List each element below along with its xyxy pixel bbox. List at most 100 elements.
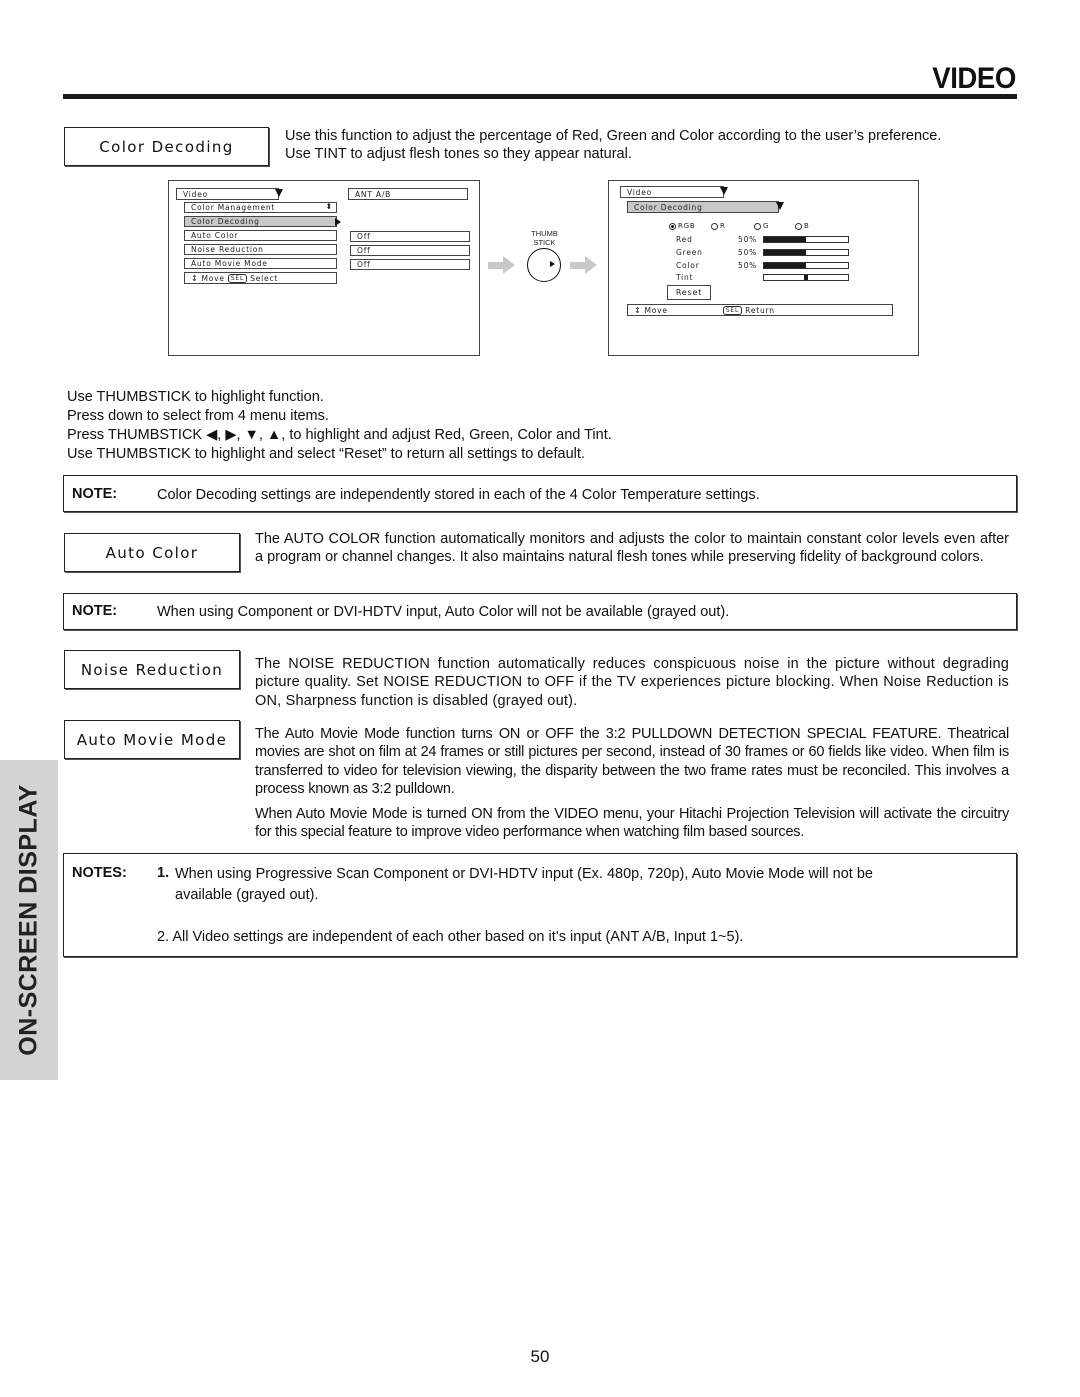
osd-video-title-text: Video <box>627 187 653 197</box>
osd-item-noise-reduction: Noise Reduction <box>184 244 337 255</box>
osd-reset-label: Reset <box>675 288 703 297</box>
slider-label: Red <box>676 235 693 244</box>
slider-fill <box>764 237 806 242</box>
page-number: 50 <box>530 1347 550 1366</box>
noise-reduction-description: The NOISE REDUCTION function automatical… <box>255 656 1009 709</box>
auto-movie-mode-description-2: When Auto Movie Mode is turned ON from t… <box>255 806 1009 841</box>
note-label: NOTE: <box>72 603 118 619</box>
note-text: Color Decoding settings are independentl… <box>157 487 760 503</box>
sel-button-icon: SEL <box>227 273 248 283</box>
osd-item-value: Off <box>357 260 371 269</box>
auto-color-description: The AUTO COLOR function automatically mo… <box>255 531 1009 566</box>
osd-item-label: Noise Reduction <box>191 245 264 254</box>
radio-selected-icon <box>669 222 676 230</box>
slider-value: 50% <box>738 261 758 270</box>
radio-icon <box>711 222 718 230</box>
color-decoding-label-box: Color Decoding <box>64 127 269 166</box>
instruction-line: Press down to select from 4 menu items. <box>67 408 329 424</box>
dropdown-arrow-icon <box>275 189 283 197</box>
thumbstick-label-line1: THUMB <box>531 229 558 238</box>
gray-arrow-right-body <box>570 262 586 269</box>
thumbstick-circle-icon <box>527 248 561 282</box>
radio-icon <box>754 222 761 230</box>
updown-arrow-icon: ↕ <box>191 273 199 283</box>
osd-input-text: ANT A/B <box>355 189 392 199</box>
color-decoding-desc-line2: Use TINT to adjust flesh tones so they a… <box>285 146 632 163</box>
thumbstick-label: THUMB STICK <box>526 229 563 247</box>
mode-radio-b: B <box>795 222 810 230</box>
note-item-1-text: When using Progressive Scan Component or… <box>175 866 873 882</box>
osd-color-decoding-diagram: Video Color Decoding RGB R G B Red 50% G… <box>608 180 919 356</box>
osd-value-auto-color: Off <box>350 231 470 242</box>
osd-submenu-text: Color Decoding <box>634 202 703 212</box>
slider-value: 50% <box>738 235 758 244</box>
gray-arrow-right-icon <box>585 256 597 274</box>
osd-item-color-management: Color Management ⬍ <box>184 202 337 213</box>
instruction-line: Press THUMBSTICK ◀, ▶, ▼, ▲, to highligh… <box>67 427 612 443</box>
mode-radio-rgb: RGB <box>669 222 696 230</box>
osd-item-label: Color Decoding <box>191 217 260 226</box>
osd-video-title-text: Video <box>183 189 209 199</box>
slider-fill <box>764 250 806 255</box>
osd-footer-action: Select <box>250 273 279 283</box>
slider-label: Green <box>676 248 703 257</box>
color-decoding-desc-line1: Use this function to adjust the percenta… <box>285 128 942 144</box>
auto-color-label: Auto Color <box>105 543 199 562</box>
instruction-line: Use THUMBSTICK to highlight function. <box>67 389 324 405</box>
instructions-list: Use THUMBSTICK to highlight function. Pr… <box>67 388 967 464</box>
slider-fill <box>764 263 806 268</box>
slider-track <box>763 236 849 243</box>
dropdown-arrow-icon <box>720 187 728 195</box>
osd-footer-move: Move <box>644 305 668 315</box>
submenu-arrow-icon <box>335 218 341 226</box>
mode-label: RGB <box>678 222 696 230</box>
note-text: When using Component or DVI-HDTV input, … <box>157 604 730 620</box>
slider-value: 50% <box>738 248 758 257</box>
section-side-tab: ON-SCREEN DISPLAY <box>0 760 58 1080</box>
osd-video-menu-diagram: Video ANT A/B Color Management ⬍ Color D… <box>168 180 480 356</box>
osd-submenu-color-decoding: Color Decoding <box>627 201 779 213</box>
mode-radio-r: R <box>711 222 726 230</box>
slider-label: Tint <box>676 273 694 282</box>
noise-reduction-label-box: Noise Reduction <box>64 650 240 689</box>
osd-footer-move: Move <box>201 273 225 283</box>
updown-arrow-icon: ↕ <box>634 305 642 315</box>
mode-label: R <box>720 222 726 230</box>
title-rule <box>63 94 1017 99</box>
osd-footer-right: ↕ Move SEL Return <box>627 304 893 316</box>
note-item-2-text: 2. All Video settings are independent of… <box>157 929 744 945</box>
osd-footer-left: ↕ Move SEL Select <box>184 272 337 284</box>
noise-reduction-label: Noise Reduction <box>80 660 224 679</box>
side-tab-label: ON-SCREEN DISPLAY <box>14 784 43 1056</box>
dropdown-arrow-icon <box>776 202 784 210</box>
slider-track <box>763 274 849 281</box>
osd-item-color-decoding: Color Decoding <box>184 216 337 227</box>
color-decoding-description: Use this function to adjust the percenta… <box>285 127 1020 164</box>
thumbstick-illustration: THUMB STICK <box>486 225 606 295</box>
mode-label: B <box>804 222 810 230</box>
auto-movie-mode-label: Auto Movie Mode <box>76 730 228 749</box>
auto-color-label-box: Auto Color <box>64 533 240 572</box>
osd-value-noise-reduction: Off <box>350 245 470 256</box>
note-item-1-continuation: available (grayed out). <box>175 887 319 903</box>
osd-item-value: Off <box>357 232 371 241</box>
notes-final: NOTES: 1. When using Progressive Scan Co… <box>63 853 1017 957</box>
auto-movie-mode-description: The Auto Movie Mode function turns ON or… <box>255 726 1009 797</box>
note-item-number: 1. <box>157 865 170 881</box>
note-color-decoding: NOTE: Color Decoding settings are indepe… <box>63 475 1017 512</box>
scroll-updown-icon: ⬍ <box>325 202 333 211</box>
note-auto-color: NOTE: When using Component or DVI-HDTV i… <box>63 593 1017 630</box>
slider-track <box>763 262 849 269</box>
mode-radio-g: G <box>754 222 769 230</box>
osd-footer-action: Return <box>745 305 775 315</box>
osd-video-title: Video <box>176 188 279 200</box>
tint-marker <box>804 275 808 280</box>
osd-item-label: Auto Color <box>191 231 239 240</box>
notes-label: NOTES: <box>72 865 127 881</box>
osd-item-auto-movie-mode: Auto Movie Mode <box>184 258 337 269</box>
osd-reset-button: Reset <box>667 285 711 300</box>
osd-item-value: Off <box>357 246 371 255</box>
slider-track <box>763 249 849 256</box>
gray-arrow-left-body <box>488 262 504 269</box>
osd-input-source: ANT A/B <box>348 188 468 200</box>
